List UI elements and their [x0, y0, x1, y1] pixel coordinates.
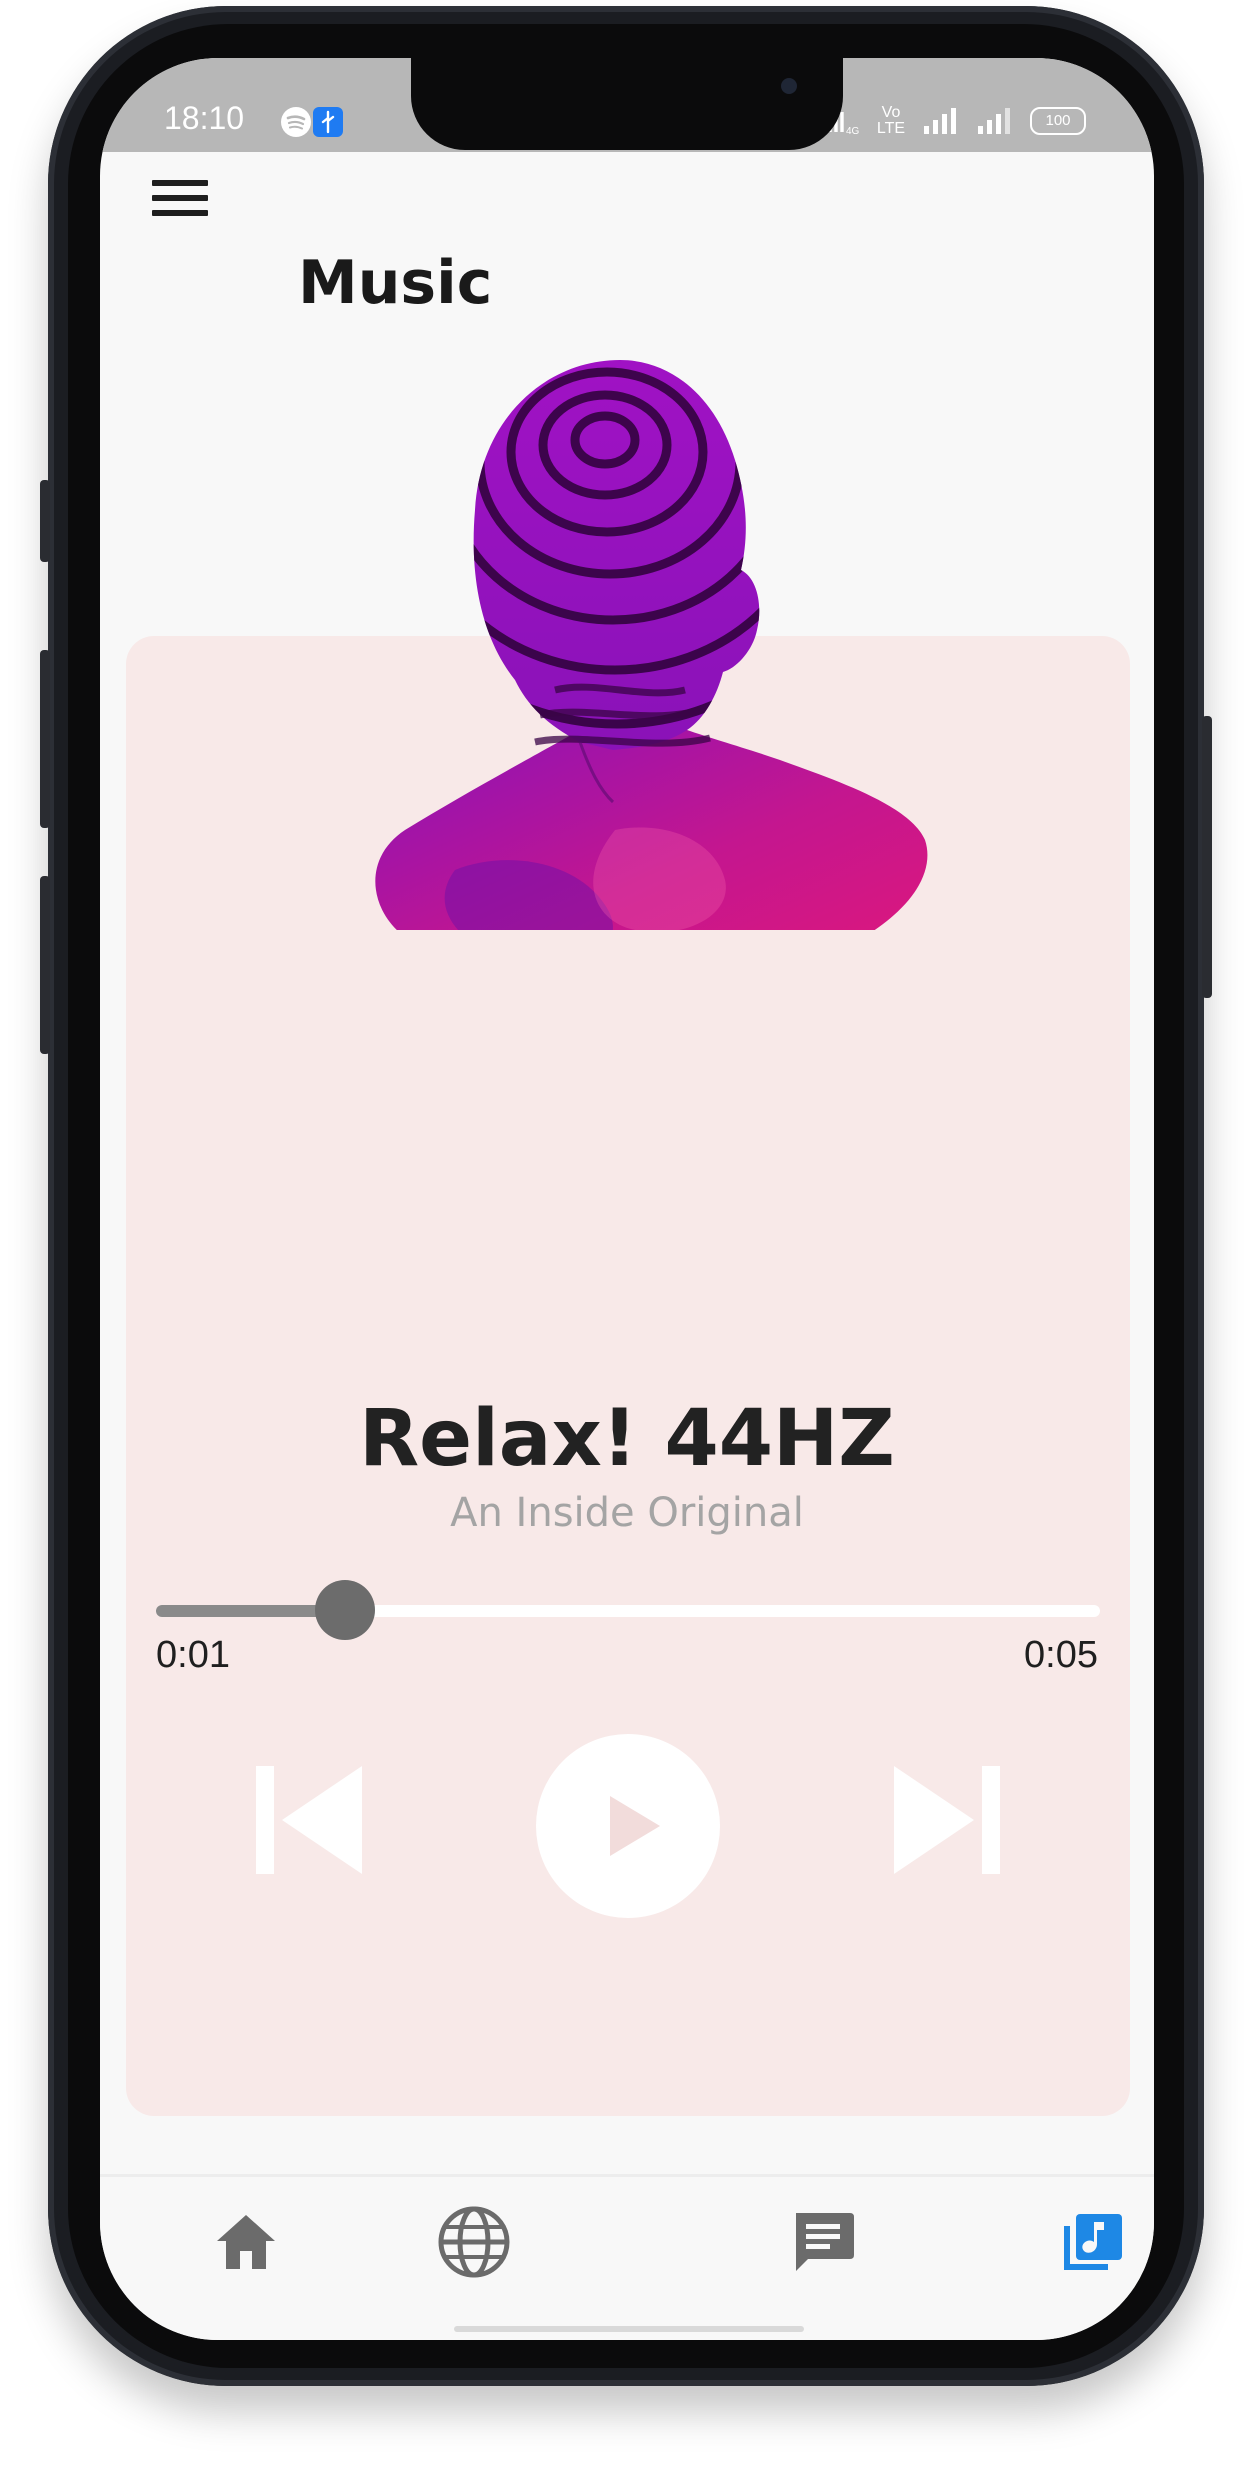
- skip-previous-icon: [256, 1766, 362, 1874]
- status-time: 18:10: [164, 100, 245, 136]
- volte-indicator: Vo LTE: [876, 104, 906, 137]
- status-indicators: 4G Vo LTE 100: [826, 104, 1086, 138]
- globe-icon: [438, 2206, 510, 2278]
- chat-icon: [796, 2213, 854, 2271]
- album-art: [375, 360, 928, 930]
- music-library-icon: [1064, 2214, 1122, 2270]
- signal-icon: [924, 108, 956, 134]
- skip-previous-button[interactable]: [250, 1762, 366, 1878]
- progress-slider[interactable]: [156, 1580, 1100, 1640]
- battery-icon: 100: [1030, 107, 1086, 135]
- mute-switch: [40, 480, 50, 562]
- front-camera: [781, 78, 797, 94]
- nav-item-messages[interactable]: [763, 2177, 883, 2307]
- track-subtitle: An Inside Original: [450, 1490, 804, 1536]
- device-mockup: 18:10 4G Vo LTE 100 Music Relax! 44HZ An…: [0, 0, 1253, 2466]
- elapsed-time: 0:01: [156, 1634, 230, 1676]
- notch: [411, 58, 843, 150]
- app-bar: [100, 152, 1154, 302]
- menu-line: [152, 195, 208, 201]
- menu-line: [152, 210, 208, 216]
- page-title: Music: [298, 248, 493, 318]
- skip-next-button[interactable]: [890, 1762, 1006, 1878]
- app-screen: 18:10 4G Vo LTE 100 Music Relax! 44HZ An…: [100, 58, 1154, 2340]
- nav-item-explore[interactable]: [414, 2177, 534, 2307]
- hamburger-menu-icon[interactable]: [152, 180, 208, 220]
- power-button: [1202, 716, 1212, 998]
- battery-level: 100: [1045, 112, 1071, 129]
- spotify-icon: [281, 107, 311, 137]
- slider-thumb[interactable]: [315, 1580, 375, 1640]
- svg-text:4G: 4G: [846, 126, 860, 136]
- bottom-navigation: [100, 2177, 1154, 2340]
- volume-down-button: [40, 876, 50, 1054]
- play-icon: [610, 1796, 660, 1856]
- total-time: 0:05: [1024, 1634, 1098, 1676]
- usb-debug-icon: [313, 107, 343, 137]
- home-indicator: [454, 2326, 804, 2332]
- home-icon: [217, 2215, 275, 2269]
- nav-item-home[interactable]: [186, 2177, 306, 2307]
- signal-icon: [978, 108, 1010, 134]
- volume-up-button: [40, 650, 50, 828]
- nav-item-music[interactable]: [1032, 2177, 1152, 2307]
- play-button[interactable]: [536, 1734, 720, 1918]
- skip-next-icon: [894, 1766, 1000, 1874]
- menu-line: [152, 180, 208, 186]
- track-title: Relax! 44HZ: [359, 1394, 895, 1484]
